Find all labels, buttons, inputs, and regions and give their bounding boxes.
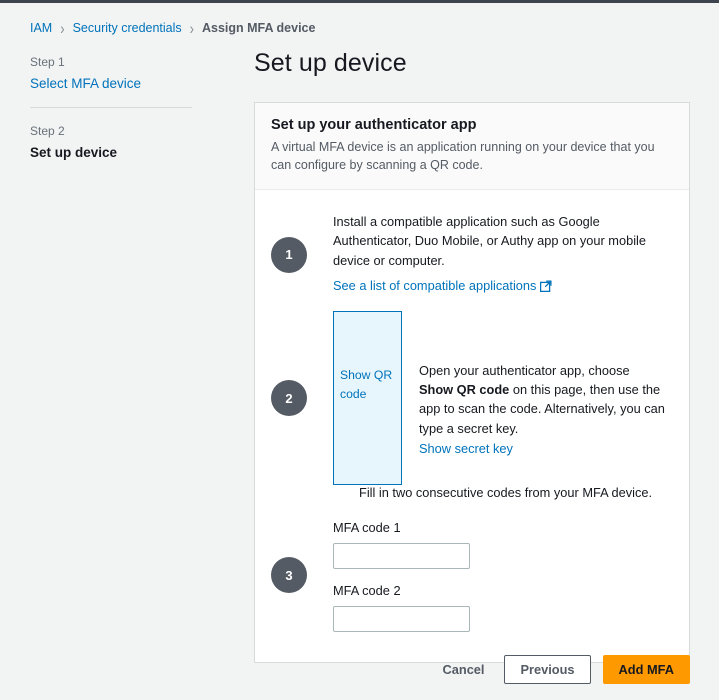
wizard-step-navigation: Step 1 Select MFA device Step 2 Set up d… bbox=[30, 51, 192, 162]
mfa-codes-note: Fill in two consecutive codes from your … bbox=[359, 485, 653, 500]
cancel-button[interactable]: Cancel bbox=[435, 656, 493, 683]
sidebar-step-1-number: Step 1 bbox=[30, 55, 65, 69]
external-link-icon bbox=[540, 278, 553, 297]
compatible-applications-link-label: See a list of compatible applications bbox=[333, 277, 537, 293]
previous-button[interactable]: Previous bbox=[504, 655, 591, 684]
sidebar-divider bbox=[30, 107, 192, 108]
mfa-code-2-input[interactable] bbox=[333, 606, 470, 633]
step-2-number-badge: 2 bbox=[271, 380, 307, 416]
page-container: IAM › Security credentials › Assign MFA … bbox=[0, 3, 719, 700]
step-2-content: Show QR code Open your authenticator app… bbox=[333, 311, 673, 485]
step-1-number-badge: 1 bbox=[271, 236, 307, 273]
breadcrumb-item-security-credentials[interactable]: Security credentials bbox=[73, 21, 182, 35]
mfa-code-2-label: MFA code 2 bbox=[333, 583, 401, 599]
step-3-content: MFA code 1 MFA code 2 bbox=[333, 518, 673, 633]
show-qr-code-button[interactable]: Show QR code bbox=[333, 311, 402, 485]
breadcrumb-item-iam[interactable]: IAM bbox=[30, 21, 52, 35]
step-1-content: Install a compatible application such as… bbox=[333, 212, 673, 297]
mfa-code-1-input[interactable] bbox=[333, 543, 470, 570]
show-secret-key-link[interactable]: Show secret key bbox=[419, 439, 667, 458]
card-header: Set up your authenticator app A virtual … bbox=[255, 103, 689, 191]
page-title: Set up device bbox=[254, 49, 407, 77]
breadcrumb-item-assign-mfa-device: Assign MFA device bbox=[202, 21, 316, 35]
add-mfa-button[interactable]: Add MFA bbox=[602, 655, 690, 684]
sidebar-step-1-title[interactable]: Select MFA device bbox=[30, 76, 192, 91]
step-1-instruction: Install a compatible application such as… bbox=[333, 214, 646, 268]
step-2-instruction: Open your authenticator app, choose Show… bbox=[419, 311, 667, 458]
breadcrumb: IAM › Security credentials › Assign MFA … bbox=[30, 18, 316, 38]
setup-step-2: 2 Show QR code Open your authenticator a… bbox=[271, 311, 673, 485]
main-content: Set up device Set up your authenticator … bbox=[254, 49, 690, 664]
sidebar-step-2[interactable]: Step 2 Set up device bbox=[30, 120, 192, 162]
step-3-number-badge: 3 bbox=[271, 557, 307, 594]
mfa-code-2-group: MFA code 2 bbox=[333, 581, 673, 633]
mfa-code-1-group: MFA code 1 bbox=[333, 518, 673, 570]
breadcrumb-separator-icon: › bbox=[60, 18, 65, 38]
sidebar-step-2-number: Step 2 bbox=[30, 124, 65, 138]
sidebar-step-1[interactable]: Step 1 Select MFA device bbox=[30, 51, 192, 93]
setup-device-card: Set up your authenticator app A virtual … bbox=[254, 102, 690, 664]
card-description: A virtual MFA device is an application r… bbox=[271, 140, 655, 173]
step-2-instruction-emphasis: Show QR code bbox=[419, 382, 510, 398]
breadcrumb-separator-icon: › bbox=[189, 18, 194, 38]
wizard-footer-actions: Cancel Previous Add MFA bbox=[254, 655, 690, 684]
compatible-applications-link[interactable]: See a list of compatible applications bbox=[333, 277, 553, 293]
setup-step-3: 3 MFA code 1 MFA code 2 bbox=[271, 518, 673, 633]
mfa-code-1-label: MFA code 1 bbox=[333, 520, 401, 535]
card-body: 1 Install a compatible application such … bbox=[255, 190, 689, 662]
card-title: Set up your authenticator app bbox=[271, 117, 477, 133]
step-2-instruction-part1: Open your authenticator app, choose bbox=[419, 363, 630, 378]
sidebar-step-2-title: Set up device bbox=[30, 145, 118, 160]
setup-step-1: 1 Install a compatible application such … bbox=[271, 212, 673, 297]
